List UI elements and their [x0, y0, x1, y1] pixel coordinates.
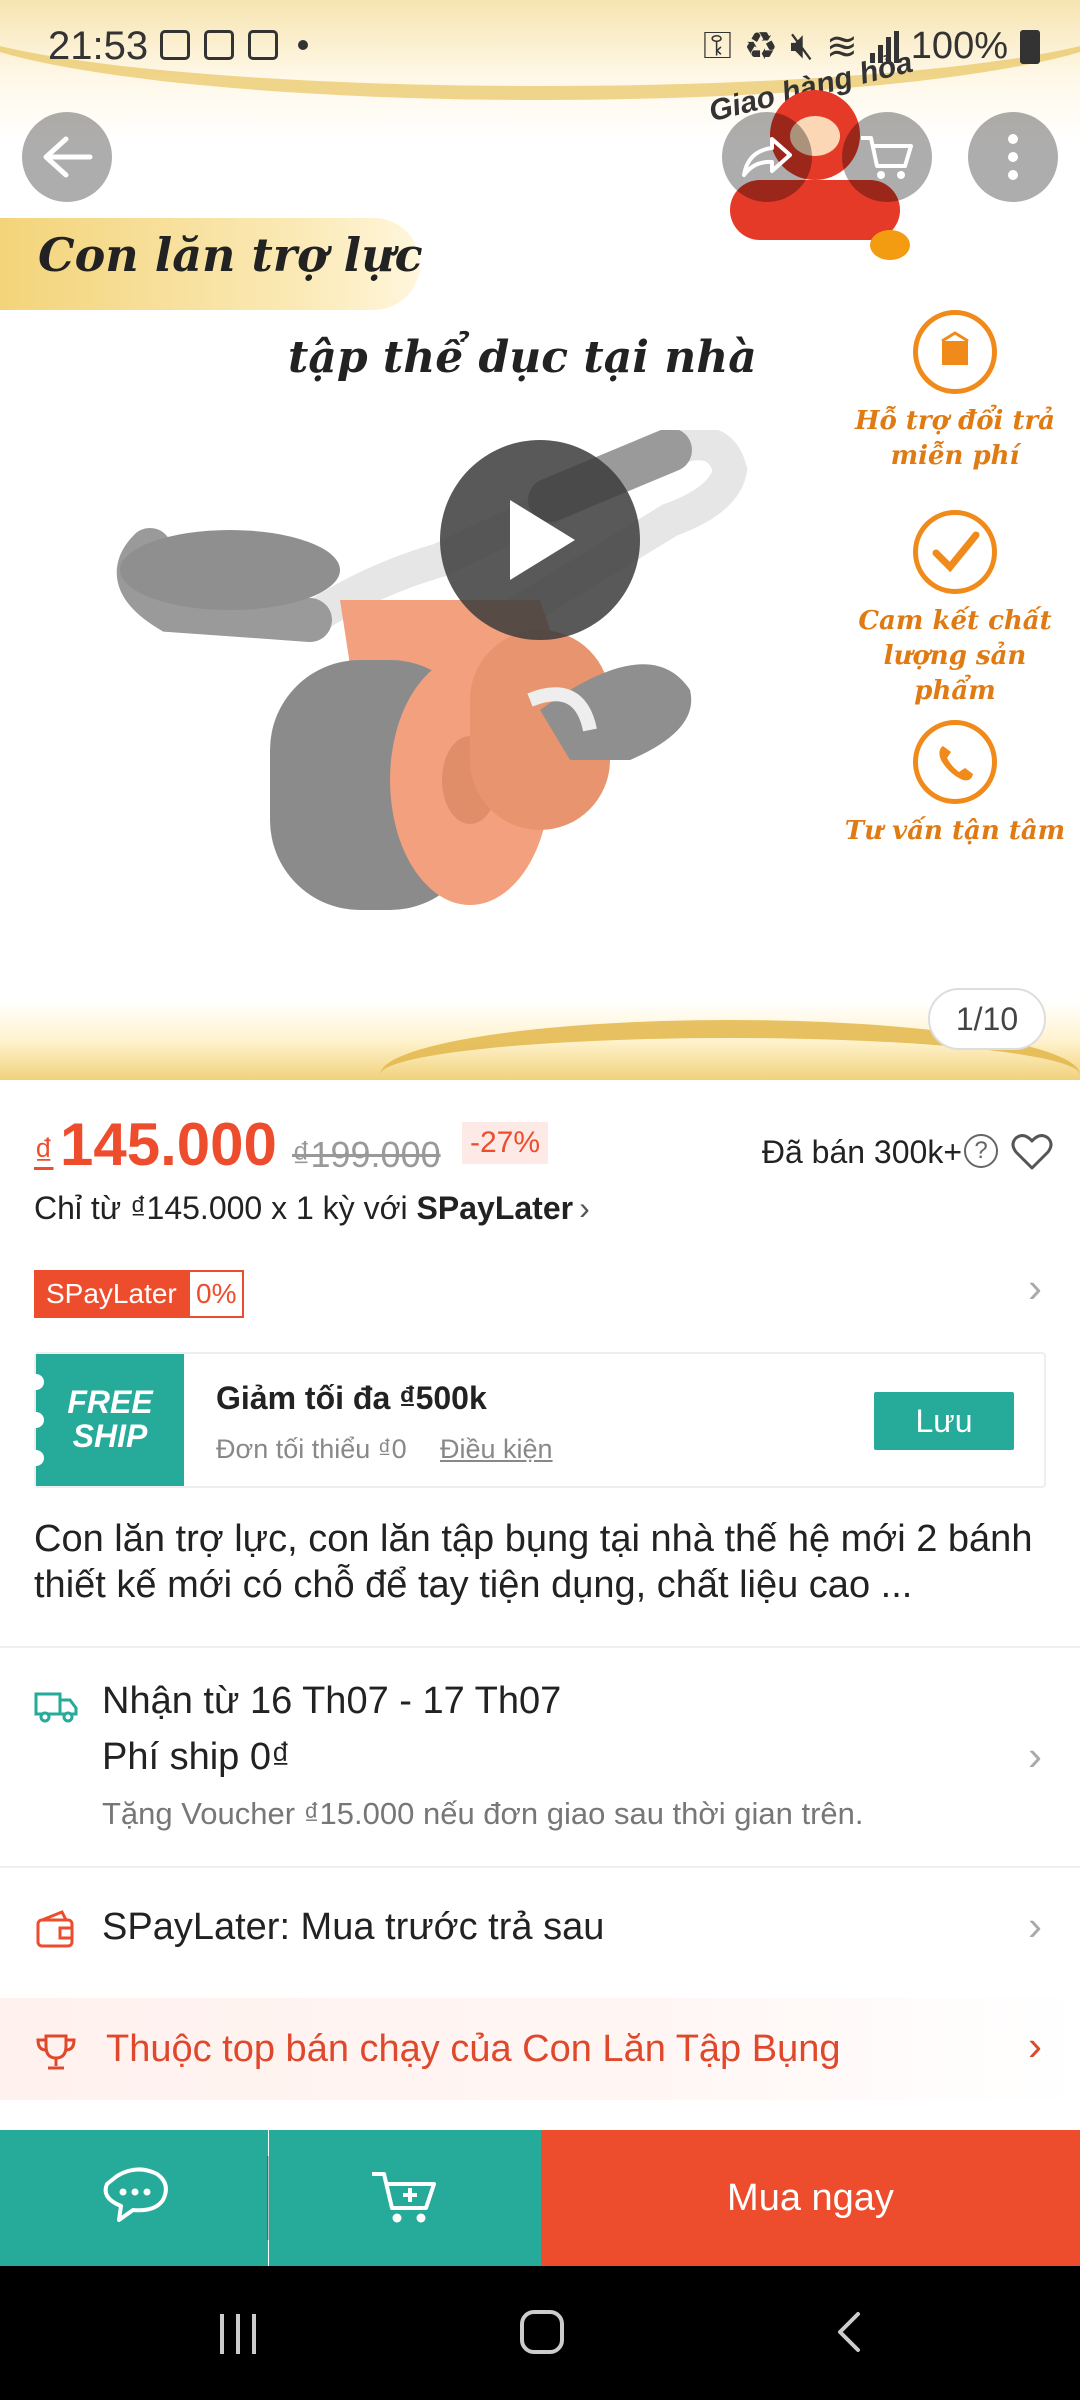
ticket-notch — [28, 1374, 44, 1390]
feature-label: Hỗ trợ đổi trả miễn phí — [854, 406, 1056, 472]
sold-count: Đã bán 300k+ — [761, 1134, 962, 1170]
chevron-right-icon: › — [1028, 2022, 1042, 2069]
freeship-voucher: FREE SHIP Giảm tối đa ₫500k Đơn tối thiể… — [28, 1352, 1046, 1488]
recycle-icon: ♻ — [743, 26, 778, 68]
trophy-icon — [36, 2034, 76, 2070]
nav-back-button[interactable] — [826, 2308, 874, 2356]
feature-free-return: Hỗ trợ đổi trả miễn phí — [840, 310, 1070, 474]
share-button[interactable] — [722, 112, 812, 202]
banner-subtitle: tập thể dục tại nhà — [288, 332, 757, 383]
share-icon — [742, 137, 792, 177]
top-seller-text: Thuộc top bán chạy của Con Lăn Tập Bụng — [106, 2028, 841, 2070]
clock-icon — [248, 30, 278, 60]
signal-icon — [869, 30, 899, 63]
currency-symbol: ₫ — [34, 1132, 54, 1174]
save-voucher-button[interactable]: Lưu — [874, 1392, 1014, 1450]
chat-button[interactable] — [0, 2130, 268, 2266]
back-button[interactable] — [22, 112, 112, 202]
installment-text: Chỉ từ ₫145.000 x 1 kỳ với — [34, 1190, 417, 1226]
system-navigation-bar — [0, 2266, 1080, 2400]
installment-provider: SPayLater — [416, 1190, 574, 1226]
help-icon[interactable]: ? — [964, 1134, 998, 1168]
home-button[interactable] — [520, 2310, 564, 2354]
spaylater-tag: SPayLater — [34, 1270, 189, 1318]
play-video-button[interactable] — [440, 440, 640, 640]
cart-icon — [861, 136, 913, 179]
status-bar: 21:53 ⚿ ♻ 🔇︎ ≋ 100% — [0, 0, 1080, 100]
discount-badge: -27% — [462, 1122, 549, 1164]
voucher-min-order: Đơn tối thiểu ₫0 — [216, 1434, 407, 1464]
check-icon — [913, 510, 997, 594]
add-to-cart-icon — [372, 2172, 436, 2223]
spaylater-row-text: SPayLater: Mua trước trả sau — [102, 1906, 605, 1948]
arrow-left-icon — [43, 136, 93, 178]
ticket-notch — [28, 1412, 44, 1428]
freeship-line2: SHIP — [72, 1418, 148, 1454]
chevron-right-icon: › — [1028, 1902, 1042, 1949]
more-options-button[interactable] — [968, 112, 1058, 202]
status-time: 21:53 — [48, 24, 149, 68]
wallet-icon — [36, 1910, 74, 1948]
system-icons: ⚿ ♻ 🔇︎ ≋ 100% — [703, 24, 1040, 69]
chat-icon — [103, 2167, 168, 2222]
battery-icon — [1020, 29, 1040, 64]
ticket-notch — [28, 1450, 44, 1466]
battery-text: 100% — [910, 25, 1008, 67]
image-counter: 1/10 — [928, 988, 1046, 1050]
add-to-cart-button[interactable] — [269, 2130, 541, 2266]
voucher-title: Giảm tối đa ₫500k — [216, 1380, 487, 1416]
chevron-right-icon: › — [1028, 1264, 1042, 1311]
freeship-line1: FREE — [67, 1384, 153, 1421]
key-icon: ⚿ — [703, 25, 732, 67]
installment-info[interactable]: Chỉ từ ₫145.000 x 1 kỳ với SPayLater › — [34, 1190, 590, 1227]
mute-icon: 🔇︎ — [790, 25, 814, 67]
rocket-flame — [870, 230, 910, 260]
phone-icon — [913, 720, 997, 804]
heart-icon[interactable] — [1010, 1130, 1054, 1174]
document-icon — [204, 30, 234, 60]
feature-quality: Cam kết chất lượng sản phẩm — [840, 510, 1070, 709]
shipping-voucher-note: Tặng Voucher ₫15.000 nếu đơn giao sau th… — [102, 1796, 864, 1831]
play-icon — [510, 500, 575, 580]
current-price: 145.000 — [60, 1111, 277, 1178]
notification-icons — [160, 30, 308, 60]
image-icon — [160, 30, 190, 60]
banner-title: Con lăn trợ lực — [38, 228, 423, 282]
buy-now-button[interactable]: Mua ngay — [541, 2130, 1080, 2266]
price-row: ₫ 145.000 ₫199.000 -27% Đã bán 300k+ ? — [34, 1110, 1054, 1180]
product-description[interactable]: Con lăn trợ lực, con lăn tập bụng tại nh… — [34, 1516, 1054, 1608]
box-return-icon — [913, 310, 997, 394]
more-vertical-icon — [1008, 134, 1018, 180]
spaylater-promo-row[interactable]: SPayLater 0% › — [34, 1264, 1046, 1318]
freeship-badge: FREE SHIP — [36, 1354, 184, 1486]
truck-icon — [34, 1692, 78, 1723]
chevron-right-icon: › — [1028, 1732, 1042, 1779]
delivery-date: Nhận từ 16 Th07 - 17 Th07 — [102, 1680, 562, 1722]
original-price: ₫199.000 — [292, 1134, 441, 1175]
cart-button[interactable] — [842, 112, 932, 202]
spaylater-rate: 0% — [188, 1270, 245, 1318]
voucher-conditions-link[interactable]: Điều kiện — [440, 1434, 553, 1465]
recent-apps-button[interactable] — [220, 2314, 256, 2354]
dot-icon — [298, 40, 308, 50]
wifi-icon: ≋ — [825, 26, 858, 68]
shipping-fee: Phí ship 0₫ — [102, 1736, 291, 1778]
feature-label: Cam kết chất lượng sản phẩm — [858, 606, 1052, 707]
feature-consult: Tư vấn tận tâm — [840, 720, 1070, 849]
feature-label: Tư vấn tận tâm — [844, 816, 1066, 846]
chevron-right-icon: › — [579, 1190, 590, 1226]
bottom-action-bar: Mua ngay — [0, 2130, 1080, 2266]
